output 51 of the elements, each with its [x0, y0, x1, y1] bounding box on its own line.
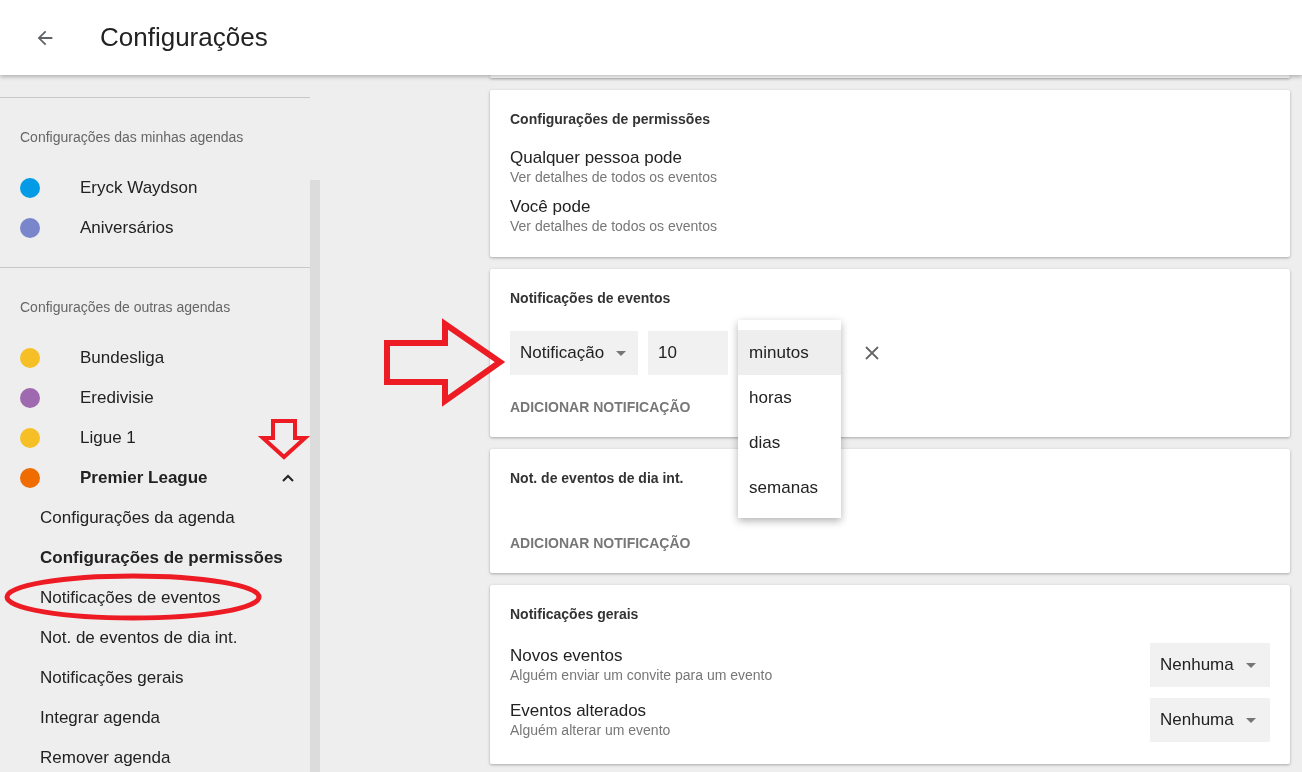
caret-icon	[1245, 662, 1256, 668]
sidebar-link[interactable]: Notificações gerais	[0, 658, 310, 698]
scrollbar[interactable]	[310, 180, 320, 772]
down-arrow-annotation	[257, 419, 311, 460]
calendar-item[interactable]: Premier League	[0, 458, 310, 498]
card-title: Not. de eventos de dia int.	[510, 469, 685, 487]
sidebar-link[interactable]: Notificações de eventos	[0, 578, 310, 618]
menu-item[interactable]: horas	[738, 375, 842, 420]
calendar-name: Premier League	[80, 468, 209, 488]
calendar-item[interactable]: Eredivisie	[0, 378, 310, 418]
card-title: Notificações gerais	[510, 605, 640, 623]
calendar-item[interactable]: Ligue 1	[0, 418, 310, 458]
card-title: Configurações de permissões	[510, 110, 711, 128]
setting-description: Alguém alterar um evento	[510, 721, 671, 739]
setting-label: Novos eventos	[510, 646, 624, 666]
section-heading: Configurações de outras agendas	[19, 298, 232, 317]
add-notification-button[interactable]: ADICIONAR NOTIFICAÇÃO	[510, 399, 691, 415]
calendar-name: Ligue 1	[80, 428, 137, 448]
menu-item[interactable]: minutos	[738, 330, 842, 375]
sidebar-link[interactable]: Not. de eventos de dia int.	[0, 618, 310, 658]
page-title: Configurações	[100, 22, 268, 53]
setting-label: Qualquer pessoa pode	[510, 148, 684, 168]
dropdown-select[interactable]: Notificação	[510, 331, 639, 375]
chevron-up-icon[interactable]	[282, 474, 294, 482]
caret-icon	[1245, 717, 1256, 723]
card-title: Notificações de eventos	[510, 289, 672, 307]
section-heading: Configurações das minhas agendas	[19, 128, 245, 147]
setting-label: Você pode	[510, 197, 592, 217]
setting-label: Eventos alterados	[510, 701, 648, 721]
sidebar-link[interactable]: Configurações de permissões	[0, 538, 310, 578]
calendar-item[interactable]: Aniversários	[0, 208, 310, 248]
calendar-name: Eredivisie	[80, 388, 155, 408]
calendar-item[interactable]: Eryck Waydson	[0, 168, 310, 208]
menu-item[interactable]: semanas	[738, 465, 842, 510]
sidebar-link[interactable]: Integrar agenda	[0, 698, 310, 738]
close-icon	[865, 346, 880, 360]
calendar-name: Eryck Waydson	[80, 178, 199, 198]
sidebar-link[interactable]: Configurações da agenda	[0, 498, 310, 538]
dropdown-select[interactable]: Nenhuma	[1150, 698, 1270, 742]
calendar-name: Aniversários	[80, 218, 175, 238]
calendar-item[interactable]: Bundesliga	[0, 338, 310, 378]
dropdown-select[interactable]: Nenhuma	[1150, 643, 1270, 687]
setting-description: Alguém enviar um convite para um evento	[510, 666, 773, 684]
sidebar-link[interactable]: Remover agenda	[0, 738, 310, 772]
setting-description: Ver detalhes de todos os eventos	[510, 217, 718, 235]
calendar-name: Bundesliga	[80, 348, 166, 368]
menu-item[interactable]: dias	[738, 420, 842, 465]
setting-description: Ver detalhes de todos os eventos	[510, 168, 718, 186]
caret-icon	[616, 350, 627, 356]
input-field[interactable]: 10	[648, 331, 729, 375]
add-notification-button[interactable]: ADICIONAR NOTIFICAÇÃO	[510, 535, 691, 551]
